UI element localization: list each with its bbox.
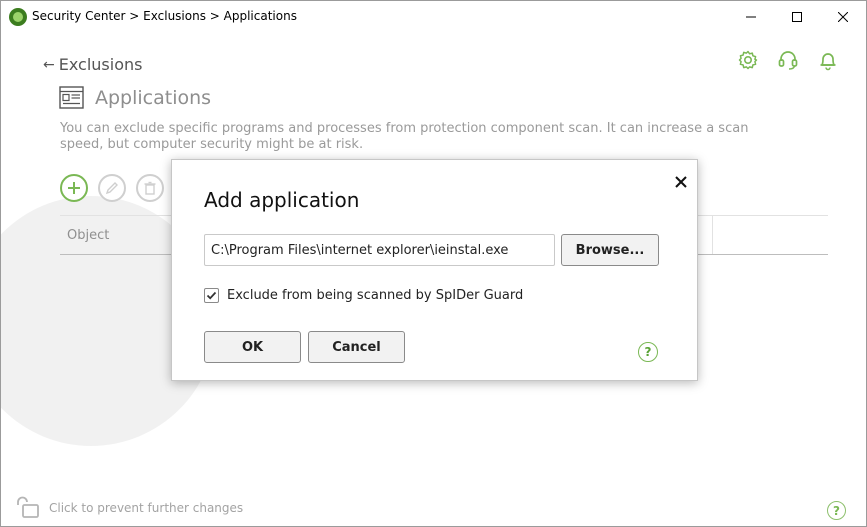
lock-toggle[interactable]: Click to prevent further changes: [15, 496, 243, 519]
question-mark-icon: ?: [833, 503, 840, 518]
add-button[interactable]: [60, 174, 88, 202]
add-application-dialog: Add application Browse... Exclude from b…: [171, 159, 698, 381]
edit-button[interactable]: [98, 174, 126, 202]
help-button[interactable]: ?: [827, 501, 846, 520]
pencil-icon: [105, 182, 118, 195]
question-mark-icon: ?: [644, 345, 652, 359]
dr-web-spider-icon: [9, 8, 27, 26]
checkmark-icon: [206, 291, 217, 300]
page-header: Applications: [59, 85, 211, 110]
back-link-exclusions[interactable]: ← Exclusions: [43, 55, 142, 74]
header-icons: [737, 49, 839, 71]
maximize-icon: [792, 11, 802, 22]
close-window-button[interactable]: [820, 1, 866, 32]
minimize-icon: [746, 16, 756, 17]
window-title: Security Center > Exclusions > Applicati…: [32, 9, 297, 23]
cancel-button[interactable]: Cancel: [308, 331, 405, 363]
back-link-label: Exclusions: [58, 55, 143, 74]
toolbar: [60, 174, 164, 202]
headset-icon[interactable]: [777, 49, 799, 71]
title-bar: Security Center > Exclusions > Applicati…: [1, 1, 866, 32]
bell-icon[interactable]: [817, 49, 839, 71]
spider-guard-checkbox-label: Exclude from being scanned by SpIDer Gua…: [227, 288, 524, 303]
main-window: Security Center > Exclusions > Applicati…: [0, 0, 867, 527]
dialog-title: Add application: [204, 188, 360, 212]
arrow-left-icon: ←: [43, 56, 55, 73]
column-separator[interactable]: [712, 216, 713, 254]
spider-guard-checkbox-row[interactable]: Exclude from being scanned by SpIDer Gua…: [204, 288, 523, 303]
delete-button[interactable]: [136, 174, 164, 202]
close-icon: [838, 11, 848, 22]
unlocked-padlock-icon: [17, 496, 39, 518]
page-description: You can exclude specific programs and pr…: [60, 121, 749, 152]
maximize-button[interactable]: [774, 1, 820, 32]
lock-text: Click to prevent further changes: [49, 500, 244, 515]
trash-icon: [144, 181, 156, 195]
spider-guard-checkbox[interactable]: [204, 288, 219, 303]
ok-button[interactable]: OK: [204, 331, 301, 363]
minimize-button[interactable]: [728, 1, 774, 32]
application-path-input[interactable]: [204, 234, 555, 266]
browse-button[interactable]: Browse...: [561, 234, 659, 266]
close-icon: [675, 176, 687, 188]
gear-icon[interactable]: [737, 49, 759, 71]
page-title: Applications: [95, 86, 212, 109]
dialog-close-button[interactable]: [671, 172, 691, 192]
column-header-object[interactable]: Object: [67, 228, 109, 243]
application-window-icon: [59, 86, 84, 109]
plus-icon: [68, 182, 80, 194]
dialog-help-button[interactable]: ?: [638, 342, 658, 362]
